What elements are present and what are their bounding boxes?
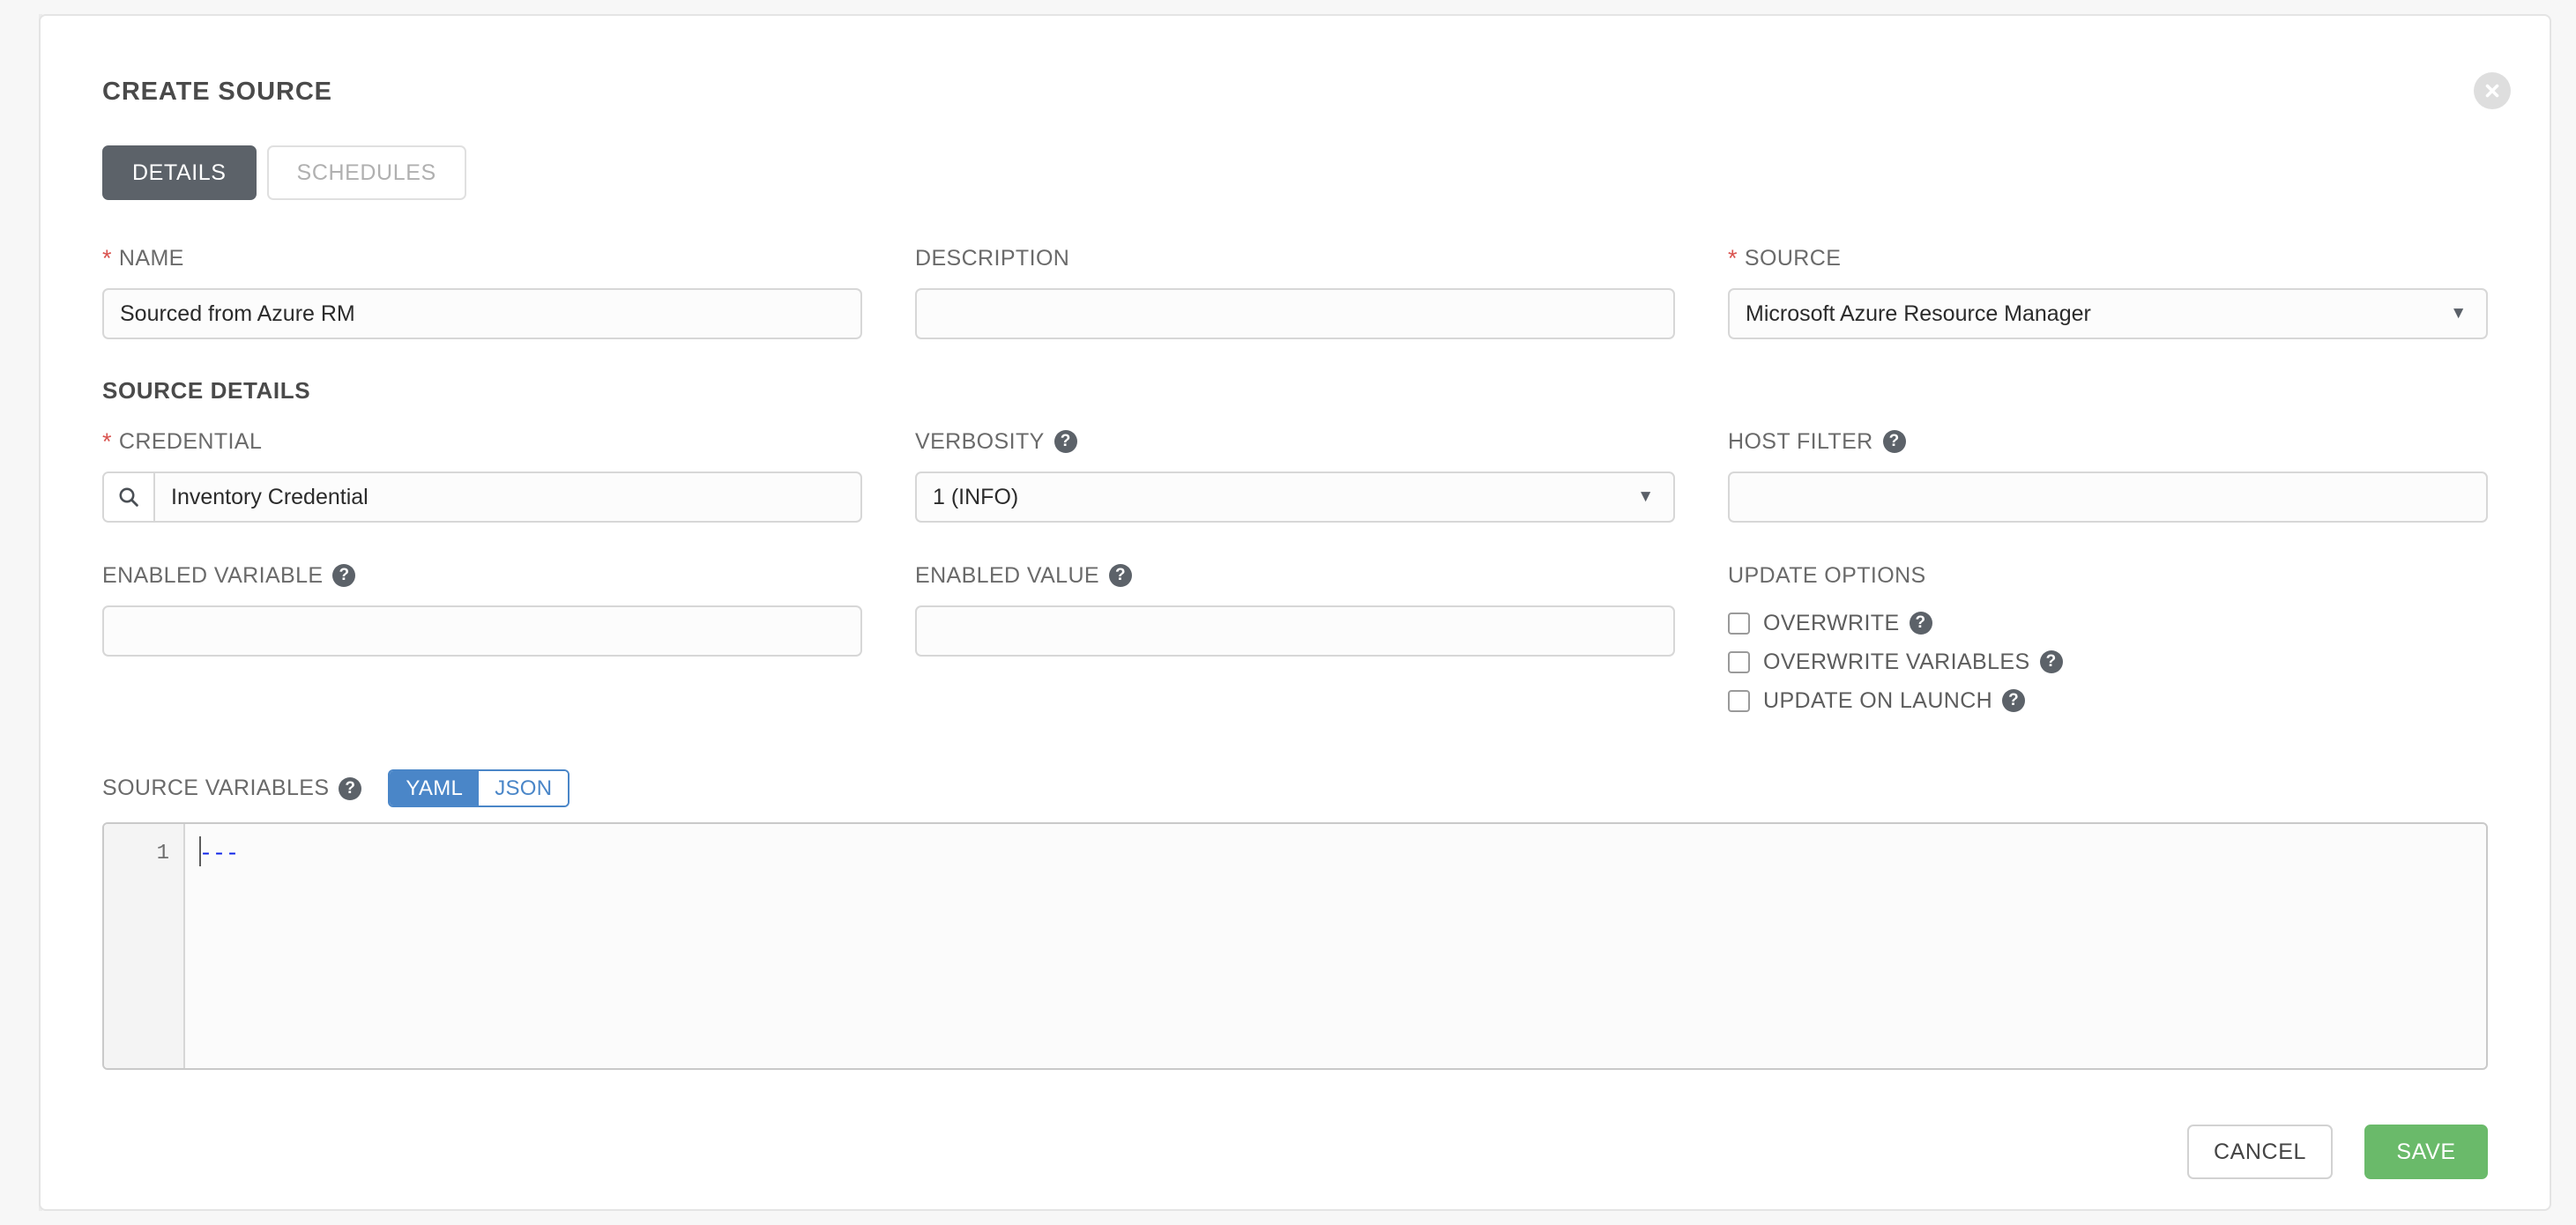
enabled-value-label-text: ENABLED VALUE bbox=[915, 562, 1099, 588]
checkbox-row-overwrite-variables[interactable]: OVERWRITE VARIABLES ? bbox=[1728, 643, 2488, 680]
verbosity-select-value: 1 (INFO) bbox=[933, 484, 1019, 509]
source-select-value: Microsoft Azure Resource Manager bbox=[1746, 301, 2091, 326]
enabled-value-input[interactable] bbox=[915, 605, 1675, 657]
required-asterisk: * bbox=[102, 427, 112, 455]
field-credential: * CREDENTIAL Inventory Credential bbox=[102, 427, 862, 523]
checkbox-overwrite-variables-text: OVERWRITE VARIABLES bbox=[1763, 649, 2030, 674]
description-input[interactable] bbox=[915, 288, 1675, 339]
enabled-value-label: ENABLED VALUE ? bbox=[915, 561, 1675, 590]
checkbox-row-update-on-launch[interactable]: UPDATE ON LAUNCH ? bbox=[1728, 682, 2488, 719]
description-label: DESCRIPTION bbox=[915, 243, 1675, 273]
page-title: CREATE SOURCE bbox=[102, 78, 332, 106]
modal-footer: CANCEL SAVE bbox=[2186, 1125, 2488, 1179]
source-label: * SOURCE bbox=[1728, 243, 2488, 273]
source-variables-label-text: SOURCE VARIABLES bbox=[102, 776, 330, 800]
text-cursor bbox=[199, 836, 201, 866]
verbosity-label-text: VERBOSITY bbox=[915, 428, 1045, 454]
editor-gutter: 1 bbox=[104, 824, 185, 1068]
form-row-primary: * NAME Sourced from Azure RM DESCRIPTION… bbox=[102, 243, 2488, 339]
field-enabled-variable: ENABLED VARIABLE ? bbox=[102, 561, 862, 719]
source-variables-header: SOURCE VARIABLES ? YAML JSON bbox=[102, 769, 570, 807]
required-asterisk: * bbox=[1728, 244, 1738, 271]
field-source: * SOURCE Microsoft Azure Resource Manage… bbox=[1728, 243, 2488, 339]
help-icon[interactable]: ? bbox=[1882, 430, 1906, 453]
host-filter-input[interactable] bbox=[1728, 471, 2488, 523]
host-filter-label-text: HOST FILTER bbox=[1728, 428, 1873, 454]
required-asterisk: * bbox=[102, 244, 112, 271]
verbosity-label: VERBOSITY ? bbox=[915, 427, 1675, 457]
cancel-button[interactable]: CANCEL bbox=[2186, 1125, 2333, 1179]
format-toggle: YAML JSON bbox=[388, 769, 570, 807]
help-icon[interactable]: ? bbox=[2039, 650, 2063, 673]
enabled-variable-label: ENABLED VARIABLE ? bbox=[102, 561, 862, 590]
chevron-down-icon: ▼ bbox=[2450, 304, 2467, 323]
checkbox-overwrite-variables[interactable] bbox=[1728, 650, 1750, 673]
update-options-label: UPDATE OPTIONS bbox=[1728, 561, 2488, 590]
name-label-text: NAME bbox=[118, 245, 184, 271]
help-icon[interactable]: ? bbox=[2002, 689, 2026, 712]
source-label-text: SOURCE bbox=[1744, 245, 1842, 271]
field-name: * NAME Sourced from Azure RM bbox=[102, 243, 862, 339]
tab-schedules[interactable]: SCHEDULES bbox=[266, 145, 466, 200]
verbosity-select[interactable]: 1 (INFO) ▼ bbox=[915, 471, 1675, 523]
enabled-variable-input[interactable] bbox=[102, 605, 862, 657]
checkbox-update-on-launch[interactable] bbox=[1728, 689, 1750, 712]
credential-input[interactable]: Inventory Credential bbox=[155, 473, 860, 521]
close-icon[interactable] bbox=[2474, 72, 2511, 109]
field-description: DESCRIPTION bbox=[915, 243, 1675, 339]
name-input[interactable]: Sourced from Azure RM bbox=[102, 288, 862, 339]
credential-input-group: Inventory Credential bbox=[102, 471, 862, 523]
checkbox-overwrite-label: OVERWRITE ? bbox=[1763, 611, 1932, 636]
field-host-filter: HOST FILTER ? bbox=[1728, 427, 2488, 523]
update-options-label-text: UPDATE OPTIONS bbox=[1728, 562, 1926, 588]
name-label: * NAME bbox=[102, 243, 862, 273]
update-options-group: UPDATE OPTIONS OVERWRITE ? OVERWRITE VAR bbox=[1728, 561, 2488, 719]
save-button[interactable]: SAVE bbox=[2364, 1125, 2488, 1179]
create-source-modal: CREATE SOURCE DETAILS SCHEDULES * NAME S… bbox=[39, 14, 2551, 1211]
help-icon[interactable]: ? bbox=[1108, 564, 1132, 587]
editor-content[interactable]: --- bbox=[185, 824, 2486, 1068]
checkbox-row-overwrite[interactable]: OVERWRITE ? bbox=[1728, 605, 2488, 642]
checkbox-overwrite-text: OVERWRITE bbox=[1763, 610, 1900, 635]
host-filter-label: HOST FILTER ? bbox=[1728, 427, 2488, 457]
search-icon[interactable] bbox=[104, 473, 155, 521]
help-icon[interactable]: ? bbox=[332, 564, 356, 587]
source-select[interactable]: Microsoft Azure Resource Manager ▼ bbox=[1728, 288, 2488, 339]
source-variables-label: SOURCE VARIABLES ? bbox=[102, 774, 362, 804]
format-toggle-json[interactable]: JSON bbox=[479, 771, 569, 806]
description-label-text: DESCRIPTION bbox=[915, 245, 1070, 271]
help-icon[interactable]: ? bbox=[1909, 612, 1932, 635]
form-row-source-details: * CREDENTIAL Inventory Credential VERBOS… bbox=[102, 427, 2488, 523]
enabled-variable-label-text: ENABLED VARIABLE bbox=[102, 562, 324, 588]
tab-details[interactable]: DETAILS bbox=[102, 145, 257, 200]
help-icon[interactable]: ? bbox=[1053, 430, 1077, 453]
checkbox-update-on-launch-label: UPDATE ON LAUNCH ? bbox=[1763, 687, 2026, 714]
tab-bar: DETAILS SCHEDULES bbox=[102, 145, 466, 200]
source-variables-editor[interactable]: 1 --- bbox=[102, 822, 2488, 1070]
update-options-list: OVERWRITE ? OVERWRITE VARIABLES ? UPDATE… bbox=[1728, 605, 2488, 719]
credential-label-text: CREDENTIAL bbox=[118, 428, 263, 454]
checkbox-update-on-launch-text: UPDATE ON LAUNCH bbox=[1763, 687, 1993, 713]
field-verbosity: VERBOSITY ? 1 (INFO) ▼ bbox=[915, 427, 1675, 523]
chevron-down-icon: ▼ bbox=[1637, 487, 1654, 506]
form-row-enabled-options: ENABLED VARIABLE ? ENABLED VALUE ? UPDAT… bbox=[102, 561, 2488, 719]
field-enabled-value: ENABLED VALUE ? bbox=[915, 561, 1675, 719]
editor-line-1: --- bbox=[199, 841, 240, 866]
help-icon[interactable]: ? bbox=[339, 776, 362, 800]
source-details-heading: SOURCE DETAILS bbox=[102, 377, 311, 404]
checkbox-overwrite-variables-label: OVERWRITE VARIABLES ? bbox=[1763, 650, 2063, 675]
credential-label: * CREDENTIAL bbox=[102, 427, 862, 457]
format-toggle-yaml[interactable]: YAML bbox=[390, 771, 480, 806]
checkbox-overwrite[interactable] bbox=[1728, 612, 1750, 635]
